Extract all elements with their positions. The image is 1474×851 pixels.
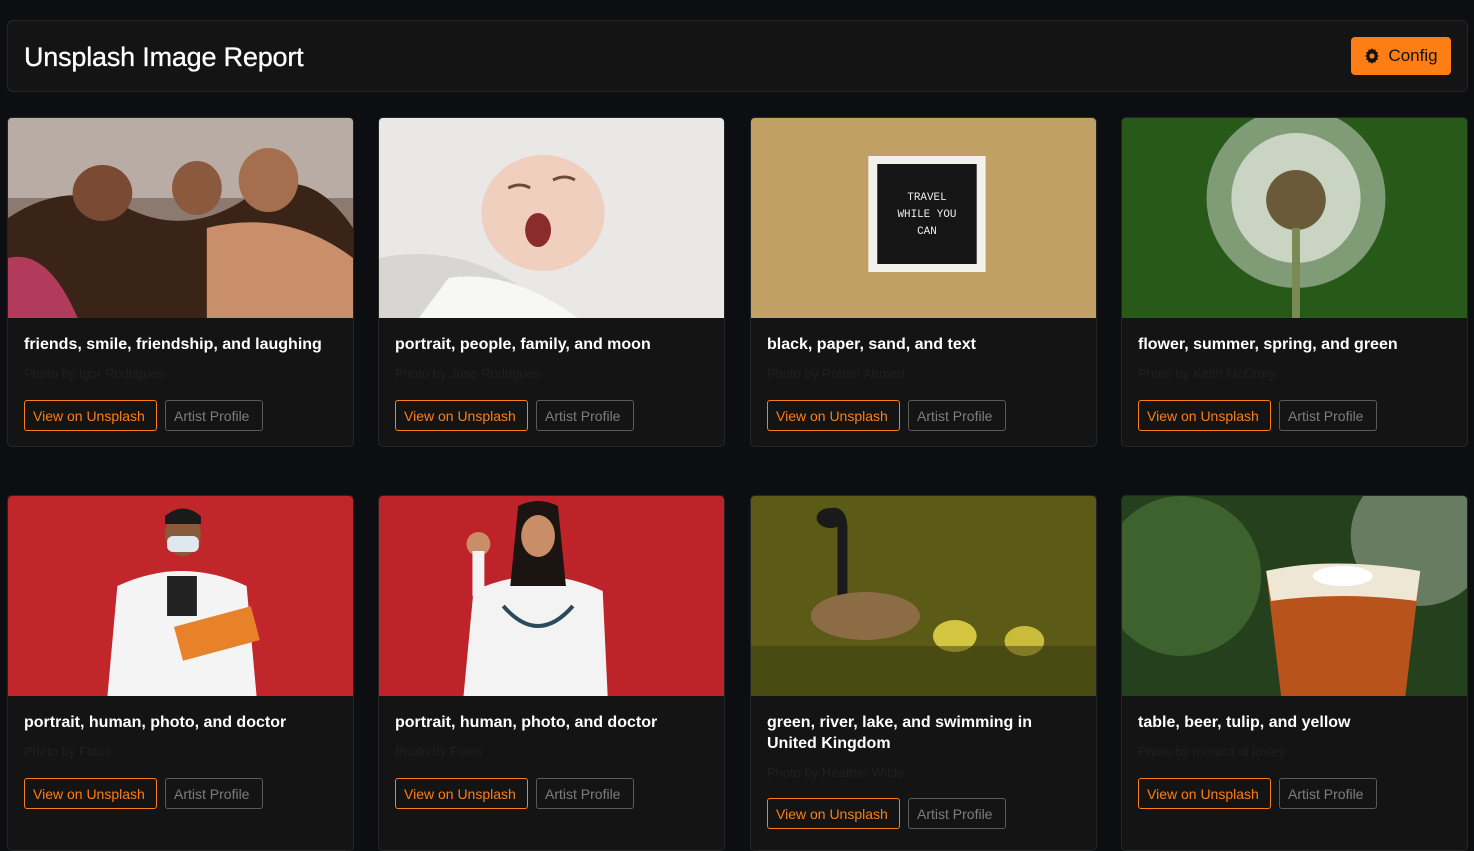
- view-on-unsplash-button[interactable]: View on Unsplash: [24, 778, 157, 809]
- artist-profile-button[interactable]: Artist Profile: [1279, 778, 1377, 809]
- card-tags: flower, summer, spring, and green: [1138, 336, 1398, 353]
- card-credit: Photo by monica di loxley: [1138, 744, 1286, 759]
- letterboard-line-1: TRAVEL: [907, 192, 946, 204]
- config-label: Config: [1388, 46, 1438, 65]
- card-credit: Photo by Rohan Ahmed: [767, 366, 905, 381]
- card-tags: friends, smile, friendship, and laughing: [24, 336, 322, 353]
- image-card: portrait, people, family, and moon Photo…: [378, 117, 725, 447]
- letterboard-line-3: CAN: [917, 226, 937, 238]
- artist-profile-button[interactable]: Artist Profile: [908, 798, 1006, 829]
- image-card: friends, smile, friendship, and laughing…: [7, 117, 354, 447]
- card-credit: Photo by Keith McCrory: [1138, 366, 1276, 381]
- view-on-unsplash-button[interactable]: View on Unsplash: [24, 400, 157, 431]
- view-on-unsplash-button[interactable]: View on Unsplash: [395, 778, 528, 809]
- card-tags: green, river, lake, and swimming in Unit…: [767, 714, 1032, 752]
- artist-profile-button[interactable]: Artist Profile: [165, 400, 263, 431]
- page-title: Unsplash Image Report: [24, 42, 304, 72]
- image-card: portrait, human, photo, and doctor Photo…: [378, 495, 725, 851]
- card-image[interactable]: [751, 496, 1096, 696]
- gear-icon: [1365, 48, 1380, 64]
- artist-profile-button[interactable]: Artist Profile: [165, 778, 263, 809]
- card-credit: Photo by Jose Rodrigues: [395, 366, 541, 381]
- image-card: portrait, human, photo, and doctor Photo…: [7, 495, 354, 851]
- image-card: TRAVEL WHILE YOU CAN black, paper, sand,…: [750, 117, 1097, 447]
- view-on-unsplash-button[interactable]: View on Unsplash: [767, 798, 900, 829]
- card-image[interactable]: [8, 118, 353, 318]
- card-tags: portrait, human, photo, and doctor: [395, 714, 658, 731]
- artist-profile-button[interactable]: Artist Profile: [908, 400, 1006, 431]
- image-card: flower, summer, spring, and green Photo …: [1121, 117, 1468, 447]
- card-tags: table, beer, tulip, and yellow: [1138, 714, 1351, 731]
- card-credit: Photo by Igor Rodrigues: [24, 366, 165, 381]
- image-card: green, river, lake, and swimming in Unit…: [750, 495, 1097, 851]
- artist-profile-button[interactable]: Artist Profile: [1279, 400, 1377, 431]
- view-on-unsplash-button[interactable]: View on Unsplash: [1138, 778, 1271, 809]
- artist-profile-button[interactable]: Artist Profile: [536, 778, 634, 809]
- image-card: table, beer, tulip, and yellow Photo by …: [1121, 495, 1468, 851]
- card-image[interactable]: [1122, 496, 1467, 696]
- card-tags: portrait, human, photo, and doctor: [24, 714, 287, 731]
- view-on-unsplash-button[interactable]: View on Unsplash: [395, 400, 528, 431]
- app-header: Unsplash Image Report Config: [7, 20, 1468, 92]
- config-button[interactable]: Config: [1351, 37, 1451, 75]
- view-on-unsplash-button[interactable]: View on Unsplash: [767, 400, 900, 431]
- card-image[interactable]: [1122, 118, 1467, 318]
- card-credit: Photo by Fotos: [395, 744, 483, 759]
- card-image[interactable]: [379, 496, 724, 696]
- view-on-unsplash-button[interactable]: View on Unsplash: [1138, 400, 1271, 431]
- letterboard-line-2: WHILE YOU: [897, 209, 956, 221]
- card-image[interactable]: [8, 496, 353, 696]
- card-image[interactable]: TRAVEL WHILE YOU CAN: [751, 118, 1096, 318]
- card-credit: Photo by Heather Wilde: [767, 765, 905, 780]
- card-credit: Photo by Fotos: [24, 744, 112, 759]
- card-tags: black, paper, sand, and text: [767, 336, 976, 353]
- card-tags: portrait, people, family, and moon: [395, 336, 651, 353]
- artist-profile-button[interactable]: Artist Profile: [536, 400, 634, 431]
- card-image[interactable]: [379, 118, 724, 318]
